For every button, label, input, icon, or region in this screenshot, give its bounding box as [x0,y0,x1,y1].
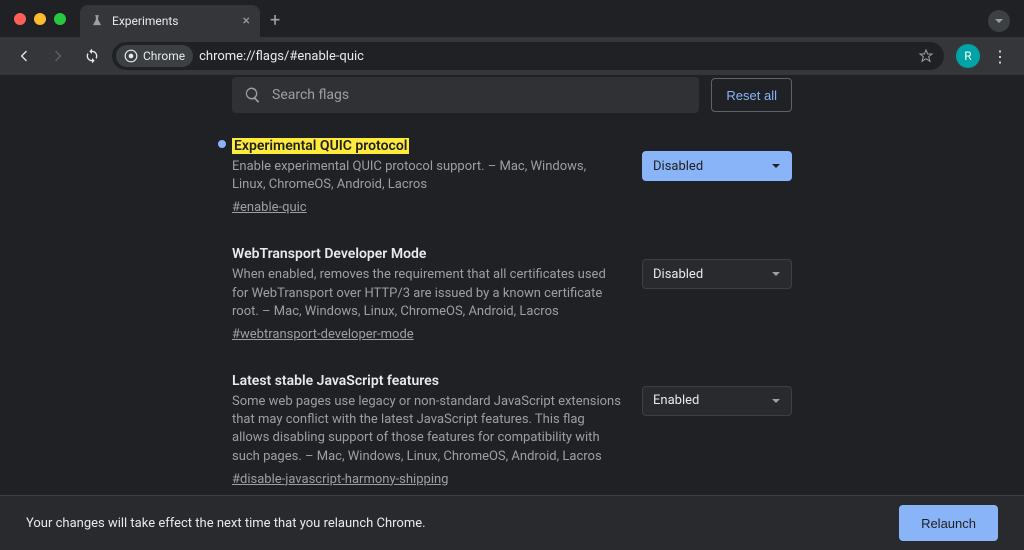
chrome-pill: Chrome [116,45,193,67]
flag-select[interactable]: Disabled [642,151,792,181]
flag-select-value: Disabled [653,267,703,282]
flag-description: Some web pages use legacy or non-standar… [232,393,622,466]
chevron-down-icon [994,16,1004,26]
flag-item: WebTransport Developer Mode When enabled,… [232,243,792,342]
arrow-left-icon [16,48,32,64]
chevron-down-icon [771,269,781,279]
toolbar: Chrome chrome://flags/#enable-quic R ⋮ [0,37,1024,75]
tab-title: Experiments [112,14,179,28]
changed-dot-icon [218,140,226,148]
traffic-lights [14,13,66,25]
back-button[interactable] [10,42,38,70]
flag-hash-link[interactable]: #enable-quic [232,200,622,215]
flags-content: Search flags Reset all Experimental QUIC… [0,75,1024,495]
flag-title: Experimental QUIC protocol [232,138,409,154]
flag-text: Latest stable JavaScript features Some we… [232,370,622,487]
flag-description: Enable experimental QUIC protocol suppor… [232,158,622,194]
omnibox[interactable]: Chrome chrome://flags/#enable-quic [112,42,944,70]
search-placeholder: Search flags [272,87,349,103]
flag-title: WebTransport Developer Mode [232,246,426,262]
flag-text: WebTransport Developer Mode When enabled,… [232,243,622,342]
flag-hash-link[interactable]: #webtransport-developer-mode [232,327,622,342]
menu-button[interactable]: ⋮ [986,47,1014,66]
flag-item: Latest stable JavaScript features Some we… [232,370,792,487]
relaunch-bar: Your changes will take effect the next t… [0,495,1024,550]
flag-select-value: Disabled [653,159,703,174]
reset-all-button[interactable]: Reset all [711,78,792,112]
relaunch-message: Your changes will take effect the next t… [26,516,426,531]
reload-icon [84,48,100,64]
window-dropdown-button[interactable] [988,10,1010,32]
flag-description: When enabled, removes the requirement th… [232,266,622,321]
flag-control: Disabled [642,243,792,289]
chevron-down-icon [771,161,781,171]
chrome-pill-label: Chrome [143,49,185,63]
flags-panel: Search flags Reset all Experimental QUIC… [232,75,792,495]
star-icon [918,48,934,64]
flag-text: Experimental QUIC protocol Enable experim… [232,135,622,215]
flag-control: Enabled [642,370,792,416]
flag-control: Disabled [642,135,792,181]
flag-item: Experimental QUIC protocol Enable experim… [232,135,792,215]
arrow-right-icon [50,48,66,64]
browser-tab[interactable]: Experiments × [80,5,260,37]
flags-list: Experimental QUIC protocol Enable experim… [232,135,792,495]
bookmark-button[interactable] [912,42,940,70]
flag-select[interactable]: Disabled [642,259,792,289]
search-input[interactable]: Search flags [232,77,699,113]
chrome-logo-icon [124,49,138,63]
new-tab-button[interactable]: + [260,4,290,37]
omnibox-url: chrome://flags/#enable-quic [199,49,364,64]
window-close-button[interactable] [14,13,26,25]
profile-avatar[interactable]: R [956,44,980,68]
forward-button[interactable] [44,42,72,70]
relaunch-button[interactable]: Relaunch [899,505,998,541]
window-maximize-button[interactable] [54,13,66,25]
flag-select[interactable]: Enabled [642,386,792,416]
window-minimize-button[interactable] [34,13,46,25]
titlebar: Experiments × + [0,0,1024,37]
flag-select-value: Enabled [653,393,699,408]
flag-title: Latest stable JavaScript features [232,373,439,389]
tab-close-button[interactable]: × [243,13,250,29]
flag-hash-link[interactable]: #disable-javascript-harmony-shipping [232,472,622,487]
reload-button[interactable] [78,42,106,70]
search-row: Search flags Reset all [232,77,792,113]
flask-icon [90,14,104,28]
search-icon [244,86,262,104]
chevron-down-icon [771,396,781,406]
